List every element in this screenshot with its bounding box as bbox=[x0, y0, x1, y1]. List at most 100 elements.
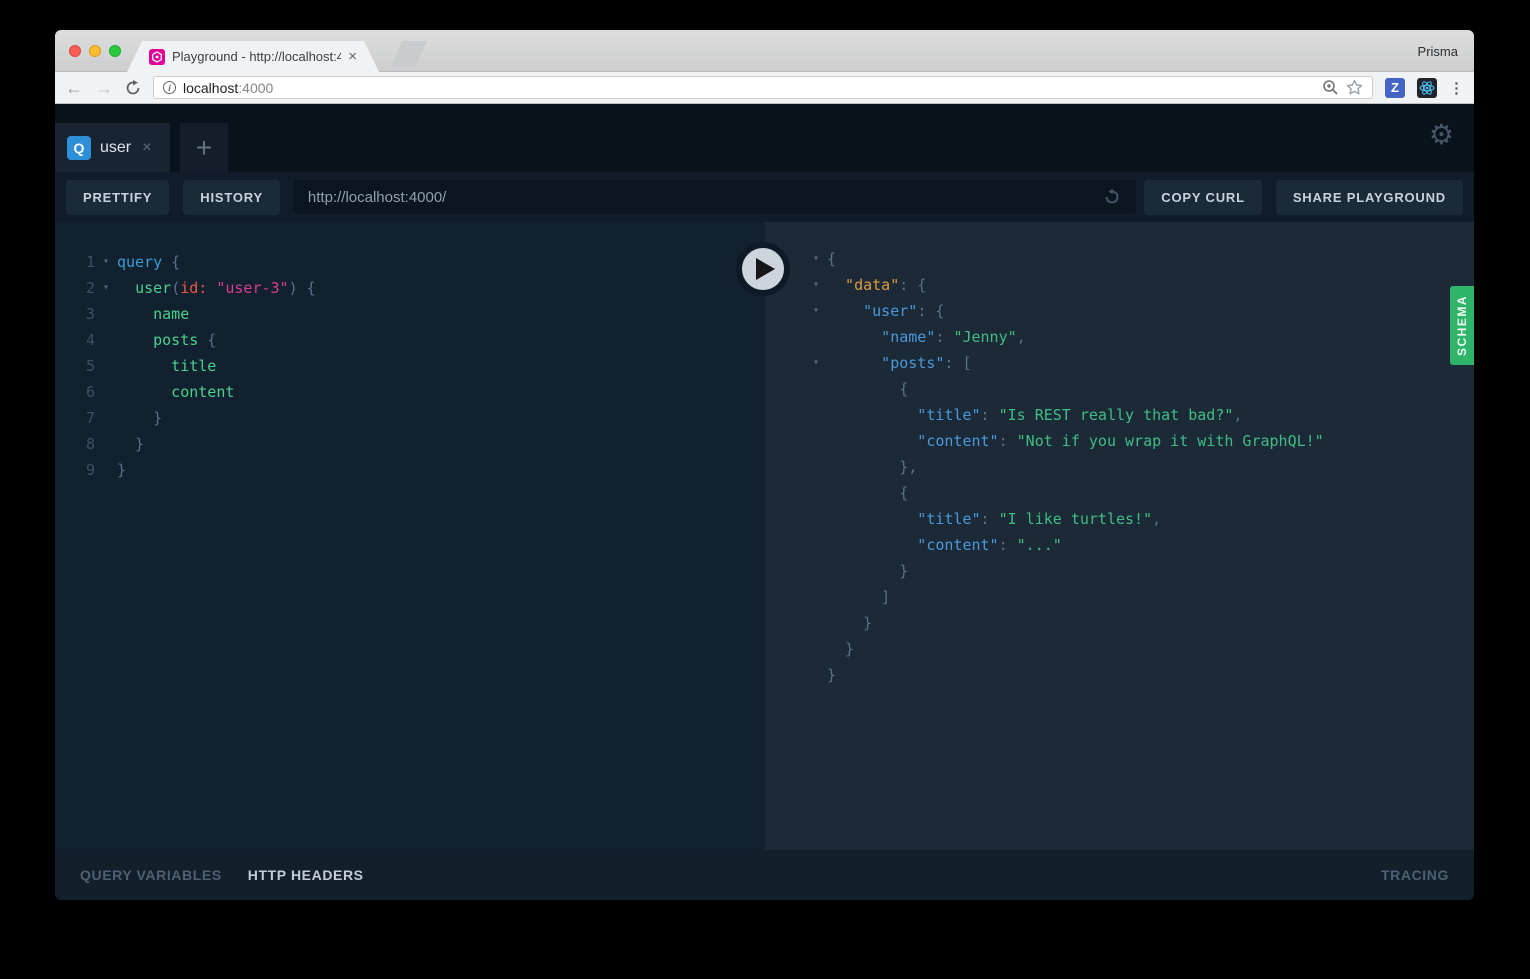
fold-gutter bbox=[805, 558, 827, 584]
code-text: } bbox=[117, 435, 145, 453]
code-line: 2 ▾ user(id: "user-3") { bbox=[55, 275, 765, 301]
reload-schema-icon[interactable] bbox=[1102, 187, 1122, 207]
line-number: 2 bbox=[85, 279, 95, 297]
fold-gutter bbox=[805, 610, 827, 636]
fold-arrow-icon[interactable]: ▾ bbox=[95, 275, 117, 301]
editor-area: 1 ▾ query {2 ▾ user(id: "user-3") {3 name 4 … bbox=[55, 222, 1474, 850]
prettify-button[interactable]: PRETTIFY bbox=[66, 179, 170, 215]
fold-gutter bbox=[95, 405, 117, 431]
code-text: title bbox=[117, 357, 217, 375]
code-line: 9} bbox=[55, 457, 765, 483]
zoom-icon[interactable] bbox=[1322, 79, 1339, 96]
fold-gutter bbox=[805, 532, 827, 558]
fold-gutter bbox=[805, 662, 827, 688]
fold-gutter bbox=[95, 327, 117, 353]
playground-footer: QUERY VARIABLES HTTP HEADERS TRACING bbox=[55, 850, 1474, 900]
play-icon bbox=[756, 258, 775, 280]
maximize-window-button[interactable] bbox=[109, 45, 121, 57]
query-variables-tab[interactable]: QUERY VARIABLES bbox=[80, 867, 222, 883]
history-button[interactable]: HISTORY bbox=[183, 179, 280, 215]
react-devtools-extension-icon[interactable] bbox=[1417, 77, 1437, 98]
code-line: 3 name bbox=[55, 301, 765, 327]
fold-gutter bbox=[805, 428, 827, 454]
code-line: "title": "Is REST really that bad?", bbox=[765, 402, 1474, 428]
code-line: { bbox=[765, 376, 1474, 402]
endpoint-url-text: http://localhost:4000/ bbox=[307, 188, 447, 206]
new-tab-button[interactable] bbox=[391, 41, 427, 67]
code-text: content bbox=[117, 383, 235, 401]
code-text: } bbox=[827, 614, 873, 632]
code-text: } bbox=[827, 640, 855, 658]
copy-curl-button[interactable]: COPY CURL bbox=[1144, 179, 1262, 215]
code-line: "title": "I like turtles!", bbox=[765, 506, 1474, 532]
query-editor[interactable]: 1 ▾ query {2 ▾ user(id: "user-3") {3 name 4 … bbox=[55, 222, 765, 850]
site-info-icon[interactable]: i bbox=[163, 81, 176, 94]
fold-gutter bbox=[805, 324, 827, 350]
code-text: } bbox=[827, 562, 909, 580]
back-icon[interactable]: ← bbox=[65, 79, 83, 97]
fold-arrow-icon[interactable]: ▾ bbox=[805, 272, 827, 298]
code-text: "posts": [ bbox=[827, 354, 972, 372]
code-line: 8 } bbox=[55, 431, 765, 457]
session-tab-title: user bbox=[100, 138, 132, 156]
schema-sidebar-tab[interactable]: SCHEMA bbox=[1450, 286, 1474, 365]
fold-arrow-icon[interactable]: ▾ bbox=[805, 246, 827, 272]
code-text: { bbox=[827, 380, 909, 398]
reload-icon[interactable] bbox=[125, 79, 141, 96]
fold-arrow-icon[interactable]: ▾ bbox=[95, 249, 117, 275]
graphql-playground: Q user × + ⚙ PRETTIFY HISTORY http://loc… bbox=[55, 104, 1474, 900]
line-number: 3 bbox=[85, 305, 95, 323]
tab-close-icon[interactable]: × bbox=[348, 49, 357, 64]
fold-arrow-icon[interactable]: ▾ bbox=[805, 298, 827, 324]
tracing-tab[interactable]: TRACING bbox=[1381, 867, 1449, 883]
endpoint-url-input[interactable]: http://localhost:4000/ bbox=[293, 180, 1137, 214]
line-number: 6 bbox=[85, 383, 95, 401]
code-line: 6 content bbox=[55, 379, 765, 405]
browser-menu-icon[interactable]: ⋮ bbox=[1449, 79, 1464, 97]
share-playground-button[interactable]: SHARE PLAYGROUND bbox=[1275, 179, 1463, 215]
browser-profile-name[interactable]: Prisma bbox=[1418, 30, 1458, 72]
query-badge: Q bbox=[67, 135, 91, 160]
code-text: }, bbox=[827, 458, 918, 476]
http-headers-tab[interactable]: HTTP HEADERS bbox=[248, 867, 364, 883]
code-line: 5 title bbox=[55, 353, 765, 379]
fold-arrow-icon[interactable]: ▾ bbox=[805, 350, 827, 376]
code-text: ] bbox=[827, 588, 891, 606]
browser-tab[interactable]: Playground - http://localhost:4 × bbox=[127, 41, 379, 72]
url-omnibox[interactable]: i localhost :4000 bbox=[153, 76, 1373, 99]
session-tab-user[interactable]: Q user × bbox=[55, 123, 170, 172]
url-host: localhost bbox=[183, 79, 239, 96]
close-window-button[interactable] bbox=[69, 45, 81, 57]
playground-toolbar: PRETTIFY HISTORY http://localhost:4000/ … bbox=[55, 172, 1474, 222]
browser-window: Playground - http://localhost:4 × Prisma… bbox=[55, 30, 1474, 900]
code-text: } bbox=[827, 666, 837, 684]
code-line: "content": "..." bbox=[765, 532, 1474, 558]
line-number: 5 bbox=[85, 357, 95, 375]
code-line: ] bbox=[765, 584, 1474, 610]
fold-gutter bbox=[805, 480, 827, 506]
add-session-button[interactable]: + bbox=[180, 123, 228, 172]
code-text: "user": { bbox=[827, 302, 945, 320]
response-viewer: ▾{▾ "data": {▾ "user": { "name": "Jenny"… bbox=[765, 222, 1474, 850]
settings-gear-icon[interactable]: ⚙ bbox=[1429, 121, 1454, 149]
fold-gutter bbox=[95, 431, 117, 457]
code-text: "content": "Not if you wrap it with Grap… bbox=[827, 432, 1324, 450]
code-text: "data": { bbox=[827, 276, 927, 294]
line-number: 9 bbox=[85, 461, 95, 479]
playground-favicon-icon bbox=[149, 49, 165, 65]
code-text: "name": "Jenny", bbox=[827, 328, 1026, 346]
minimize-window-button[interactable] bbox=[89, 45, 101, 57]
url-port: :4000 bbox=[238, 79, 274, 96]
code-line: } bbox=[765, 610, 1474, 636]
session-close-icon[interactable]: × bbox=[142, 139, 151, 157]
bookmark-star-icon[interactable] bbox=[1346, 79, 1363, 96]
code-line: } bbox=[765, 636, 1474, 662]
execute-query-button[interactable] bbox=[736, 242, 790, 296]
forward-icon[interactable]: → bbox=[95, 79, 113, 97]
line-number: 8 bbox=[85, 435, 95, 453]
z-extension-icon[interactable]: Z bbox=[1385, 77, 1405, 98]
code-line: "content": "Not if you wrap it with Grap… bbox=[765, 428, 1474, 454]
code-line: 7 } bbox=[55, 405, 765, 431]
code-text: { bbox=[827, 250, 837, 268]
code-text: } bbox=[117, 461, 127, 479]
